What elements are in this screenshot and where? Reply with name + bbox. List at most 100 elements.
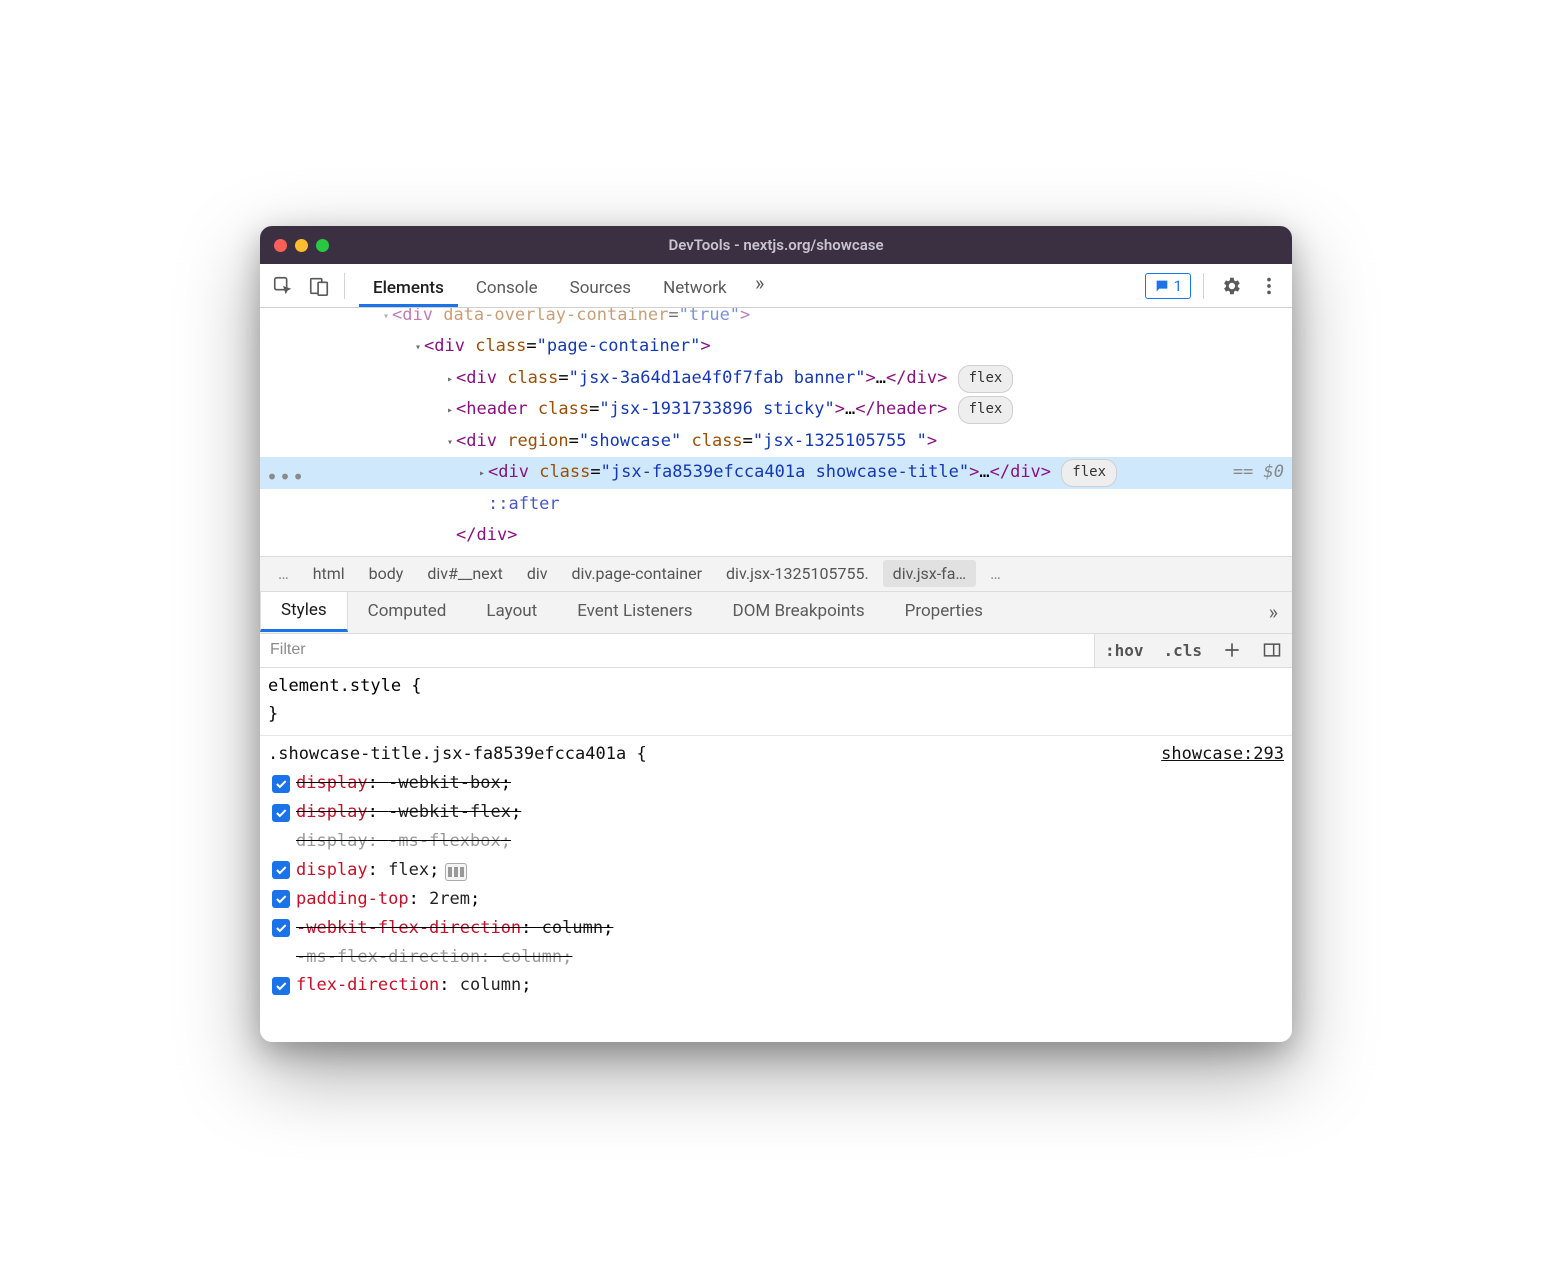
breadcrumb-item[interactable]: div.jsx-1325105755.	[716, 560, 879, 587]
css-value: -webkit-flex	[388, 802, 511, 822]
dom-node-markup: <div class="page-container">	[424, 336, 711, 356]
styles-pane: element.style { } .showcase-title.jsx-fa…	[260, 668, 1292, 1043]
subtab-event-listeners[interactable]: Event Listeners	[557, 592, 712, 633]
toggle-cls-button[interactable]: .cls	[1153, 634, 1212, 667]
window-minimize-button[interactable]	[295, 239, 308, 252]
dom-tree[interactable]: ▾<div data-overlay-container="true">▾<di…	[260, 308, 1292, 556]
subtab-styles[interactable]: Styles	[260, 591, 348, 632]
breadcrumb-item[interactable]: …	[268, 560, 299, 587]
breadcrumb-item[interactable]: body	[359, 560, 414, 587]
declaration-checkbox[interactable]	[272, 977, 290, 995]
dom-node-line[interactable]: ▸<div class="jsx-3a64d1ae4f0f7fab banner…	[260, 363, 1292, 394]
styles-filter-bar: :hov .cls	[260, 634, 1292, 668]
breadcrumb-item[interactable]: div.jsx-fa…	[883, 560, 976, 587]
dom-node-markup: <div data-overlay-container="true">	[392, 308, 750, 325]
new-style-rule-icon[interactable]	[1212, 634, 1252, 667]
dom-node-line[interactable]: ▸<div class="jsx-fa8539efcca401a showcas…	[260, 457, 1292, 488]
css-value: flex	[388, 860, 429, 880]
expand-triangle-icon[interactable]: ▸	[444, 402, 456, 421]
declaration-checkbox[interactable]	[272, 804, 290, 822]
dom-node-line[interactable]: ▾<div region="showcase" class="jsx-13251…	[260, 426, 1292, 457]
rule-selector: element.style {	[268, 672, 1284, 701]
console-reference-label: == $0	[1233, 457, 1284, 488]
subtab-computed[interactable]: Computed	[348, 592, 467, 633]
expand-triangle-icon[interactable]: ▾	[444, 434, 456, 453]
subtab-properties[interactable]: Properties	[885, 592, 1003, 633]
css-value: -ms-flexbox	[388, 831, 501, 851]
showcase-title-rule[interactable]: .showcase-title.jsx-fa8539efcca401a { sh…	[260, 735, 1292, 1006]
css-property: -webkit-flex-direction	[296, 918, 521, 938]
main-toolbar: Elements Console Sources Network » 1	[260, 264, 1292, 308]
rule-source-link[interactable]: showcase:293	[1161, 740, 1284, 769]
tab-network[interactable]: Network	[649, 272, 741, 307]
issues-badge[interactable]: 1	[1145, 273, 1191, 299]
dom-node-line[interactable]: ::after	[260, 489, 1292, 520]
devtools-window: DevTools - nextjs.org/showcase Elements …	[260, 226, 1292, 1042]
toggle-hov-button[interactable]: :hov	[1095, 634, 1154, 667]
expand-triangle-icon[interactable]: ▸	[444, 371, 456, 390]
kebab-menu-icon[interactable]	[1254, 271, 1284, 301]
flexbox-editor-icon[interactable]	[445, 863, 467, 881]
breadcrumb: …htmlbodydiv#__nextdivdiv.page-container…	[260, 556, 1292, 592]
dom-node-line[interactable]: ▾<div class="page-container">	[260, 331, 1292, 362]
dom-node-markup: <div region="showcase" class="jsx-132510…	[456, 431, 937, 451]
subtab-dom-breakpoints[interactable]: DOM Breakpoints	[713, 592, 885, 633]
css-declaration[interactable]: -webkit-flex-direction: column;	[268, 914, 1284, 943]
window-title: DevTools - nextjs.org/showcase	[260, 236, 1292, 254]
breadcrumb-item[interactable]: div.page-container	[562, 560, 713, 587]
declaration-checkbox[interactable]	[272, 775, 290, 793]
dom-node-markup: <div class="jsx-3a64d1ae4f0f7fab banner"…	[456, 368, 1013, 388]
expand-triangle-icon[interactable]	[444, 528, 456, 547]
subtabs-overflow-icon[interactable]: »	[1255, 592, 1292, 633]
window-close-button[interactable]	[274, 239, 287, 252]
gear-icon[interactable]	[1216, 271, 1246, 301]
css-declaration[interactable]: flex-direction: column;	[268, 971, 1284, 1000]
css-declaration[interactable]: -ms-flex-direction: column;	[268, 943, 1284, 972]
dom-node-line[interactable]: </div>	[260, 520, 1292, 551]
main-tabs: Elements Console Sources Network »	[359, 268, 1139, 303]
css-declaration[interactable]: display: flex;	[268, 856, 1284, 885]
styles-filter-input[interactable]	[260, 634, 1094, 667]
dom-node-markup: ::after	[488, 494, 560, 514]
css-declaration[interactable]: display: -webkit-box;	[268, 769, 1284, 798]
expand-triangle-icon[interactable]: ▸	[476, 465, 488, 484]
expand-triangle-icon[interactable]	[476, 497, 488, 516]
issues-count: 1	[1174, 277, 1182, 295]
declaration-checkbox[interactable]	[272, 861, 290, 879]
toggle-sidebar-icon[interactable]	[1252, 634, 1292, 667]
breadcrumb-item[interactable]: div#__next	[417, 560, 512, 587]
expand-triangle-icon[interactable]: ▾	[380, 308, 392, 327]
dom-node-markup: <div class="jsx-fa8539efcca401a showcase…	[488, 462, 1117, 482]
css-property: display	[296, 802, 368, 822]
titlebar: DevTools - nextjs.org/showcase	[260, 226, 1292, 264]
separator	[344, 273, 345, 299]
rule-close: }	[268, 700, 1284, 729]
css-declaration[interactable]: display: -webkit-flex;	[268, 798, 1284, 827]
dom-node-line[interactable]: ▾<div data-overlay-container="true">	[260, 308, 1292, 331]
declaration-checkbox[interactable]	[272, 890, 290, 908]
separator	[1203, 273, 1204, 299]
element-style-rule[interactable]: element.style { }	[260, 672, 1292, 736]
breadcrumb-item[interactable]: div	[517, 560, 558, 587]
declaration-checkbox[interactable]	[272, 919, 290, 937]
css-declaration[interactable]: padding-top: 2rem;	[268, 885, 1284, 914]
css-property: display	[296, 831, 368, 851]
breadcrumb-item[interactable]: html	[303, 560, 355, 587]
dom-node-markup: <header class="jsx-1931733896 sticky">…<…	[456, 399, 1013, 419]
traffic-lights	[274, 239, 329, 252]
css-declaration[interactable]: display: -ms-flexbox;	[268, 827, 1284, 856]
breadcrumb-item[interactable]: …	[980, 560, 1011, 587]
expand-triangle-icon[interactable]: ▾	[412, 339, 424, 358]
tabs-overflow-icon[interactable]: »	[745, 268, 775, 298]
subtab-layout[interactable]: Layout	[466, 592, 557, 633]
inspect-element-icon[interactable]	[268, 271, 298, 301]
window-zoom-button[interactable]	[316, 239, 329, 252]
tab-sources[interactable]: Sources	[556, 272, 645, 307]
device-toolbar-icon[interactable]	[304, 271, 334, 301]
tab-elements[interactable]: Elements	[359, 272, 458, 307]
css-property: display	[296, 860, 368, 880]
tab-console[interactable]: Console	[462, 272, 552, 307]
css-property: padding-top	[296, 889, 409, 909]
rule-selector: .showcase-title.jsx-fa8539efcca401a {	[268, 740, 647, 769]
dom-node-line[interactable]: ▸<header class="jsx-1931733896 sticky">……	[260, 394, 1292, 425]
